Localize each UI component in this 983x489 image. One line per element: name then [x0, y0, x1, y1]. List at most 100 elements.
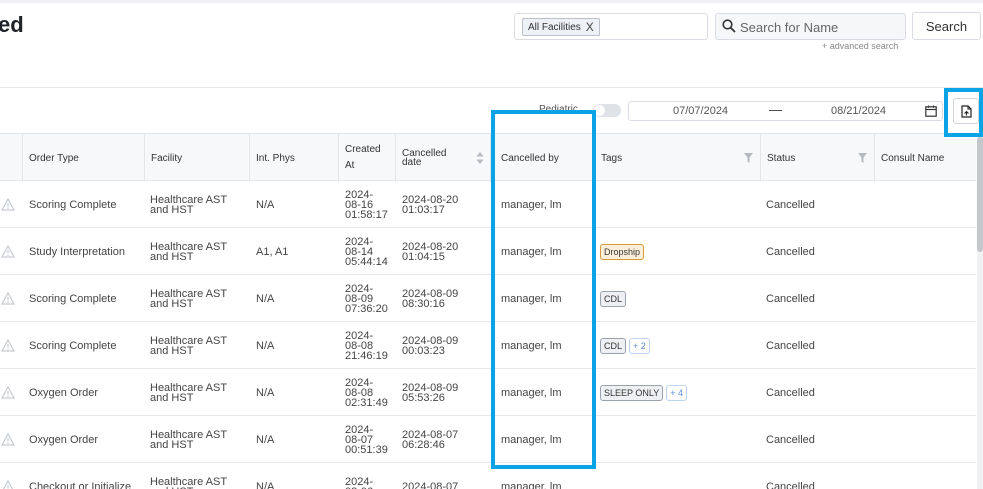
cancelled-date-line: 2024-08-09 — [402, 381, 459, 394]
table-row[interactable]: Scoring Complete Healthcare AST and HST N/A… — [0, 181, 976, 228]
warning-icon — [1, 292, 15, 305]
header-created-at[interactable]: Created At — [339, 134, 396, 182]
date-range-picker[interactable]: 07/07/2024 — 08/21/2024 — [628, 101, 943, 121]
status-cell: Cancelled — [766, 339, 815, 352]
created-at-cell: 2024- 08-08 21:46:19 — [345, 322, 396, 369]
pediatric-toggle[interactable] — [593, 104, 621, 117]
order-type-cell: Checkout or Initialize — [29, 480, 132, 489]
consult-name-cell — [881, 181, 976, 228]
created-at-cell: 2024- 08-14 05:44:14 — [345, 228, 396, 275]
status-cell: Cancelled — [766, 433, 815, 446]
more-tags-badge[interactable]: + 2 — [629, 337, 650, 354]
created-at-line: 2024- — [345, 235, 374, 248]
page-title: ed — [0, 12, 24, 37]
facility-line: and HST — [150, 297, 194, 310]
created-at-line: 08-08 — [345, 386, 374, 399]
created-at-line: 05:44:14 — [345, 255, 388, 268]
top-edge — [0, 0, 983, 3]
filter-icon[interactable] — [858, 153, 867, 163]
warning-icon — [1, 245, 15, 258]
facility-chip-label: All Facilities — [528, 21, 581, 33]
header-status[interactable]: Status — [761, 134, 875, 182]
calendar-icon[interactable] — [925, 105, 937, 117]
tags-cell — [600, 463, 761, 489]
cancelled-date-line: 2024-08-09 — [402, 334, 459, 347]
int-phys-cell: N/A — [256, 386, 275, 399]
header-tags[interactable]: Tags — [595, 134, 761, 182]
facility-cell: Healthcare ASTand HST — [150, 275, 250, 322]
consult-name-cell — [881, 463, 976, 489]
int-phys-cell: N/A — [256, 433, 275, 446]
tags-cell — [600, 181, 761, 228]
date-separator: — — [769, 102, 782, 117]
header-cancelled-date[interactable]: Cancelled date — [396, 134, 491, 182]
table-row[interactable]: Study Interpretation Healthcare AST and HS… — [0, 228, 976, 275]
int-phys-cell: N/A — [256, 198, 275, 211]
facility-line: and HST — [150, 250, 194, 263]
filter-icon[interactable] — [744, 153, 753, 163]
table-row[interactable]: Scoring Complete Healthcare AST and HST N/A… — [0, 322, 976, 369]
consult-name-cell — [881, 228, 976, 275]
sort-icon[interactable] — [476, 151, 484, 165]
order-type-cell: Scoring Complete — [29, 339, 117, 352]
tag-badge[interactable]: Dropship — [600, 243, 645, 260]
created-at-line: 2024- — [345, 475, 374, 488]
created-at-line: 00:51:39 — [345, 443, 388, 456]
tags-cell: CDL + 2 — [600, 322, 761, 369]
table-header: Order Type Facility Int. Phys Created At… — [0, 133, 976, 182]
created-at-cell: 2024- 08-08 02:31:49 — [345, 369, 396, 416]
facility-line: Healthcare AST — [150, 475, 228, 488]
facility-chip[interactable]: All Facilities X — [522, 18, 600, 36]
date-start[interactable]: 07/07/2024 — [673, 105, 728, 117]
facility-line: Healthcare AST — [150, 240, 228, 253]
warning-icon — [1, 198, 15, 211]
tags-cell — [600, 416, 761, 463]
order-type-cell: Oxygen Order — [29, 433, 99, 446]
cancelled-date-cell: 2024-08-20 01:03:17 — [402, 181, 491, 228]
cancelled-date-cell: 2024-08-20 01:04:15 — [402, 228, 491, 275]
created-at-line: 08-16 — [345, 198, 374, 211]
header-order-type[interactable]: Order Type — [23, 134, 145, 182]
table-row[interactable]: Oxygen Order Healthcare AST and HST N/A 2024… — [0, 369, 976, 416]
tag-badge[interactable]: CDL — [600, 290, 627, 307]
scrollbar[interactable] — [977, 133, 983, 489]
order-type-cell: Oxygen Order — [29, 386, 99, 399]
warning-icon — [1, 433, 15, 446]
tag-badge[interactable]: SLEEP ONLY — [600, 384, 664, 401]
cancelled-date-cell: 2024-08-09 00:03:23 — [402, 322, 491, 369]
tags-cell: Dropship — [600, 228, 761, 275]
tag-badge[interactable]: CDL — [600, 337, 627, 354]
scroll-thumb[interactable] — [977, 137, 983, 252]
search-field[interactable] — [715, 13, 906, 40]
date-end[interactable]: 08/21/2024 — [831, 105, 886, 117]
created-at-line: 08-09 — [345, 292, 374, 305]
created-at-line: 2024- — [345, 423, 374, 436]
order-type-cell: Scoring Complete — [29, 292, 117, 305]
int-phys-cell: A1, A1 — [256, 245, 289, 258]
created-at-line: 08-08 — [345, 339, 374, 352]
search-button[interactable]: Search — [912, 12, 981, 40]
order-type-cell: Scoring Complete — [29, 198, 117, 211]
warning-icon — [1, 339, 15, 352]
table-row[interactable]: Scoring Complete Healthcare AST and HST N/A… — [0, 275, 976, 322]
created-at-line: 21:46:19 — [345, 349, 388, 362]
status-cell: Cancelled — [766, 292, 815, 305]
cancelled-date-line: 2024-08-07 — [402, 428, 459, 441]
tags-cell: SLEEP ONLY + 4 — [600, 369, 761, 416]
more-tags-badge[interactable]: + 4 — [666, 384, 687, 401]
header-facility[interactable]: Facility — [145, 134, 250, 182]
highlight-export-button — [944, 88, 983, 137]
header-int-phys[interactable]: Int. Phys — [250, 134, 339, 182]
table-row[interactable]: Checkout or Initialize Healthcare ASTand … — [0, 463, 976, 489]
table-row[interactable]: Oxygen Order Healthcare AST and HST N/A 2024… — [0, 416, 976, 463]
facility-filter[interactable]: All Facilities X — [514, 13, 708, 40]
remove-chip-icon[interactable]: X — [586, 21, 594, 33]
search-input[interactable] — [740, 17, 900, 37]
facility-line: and HST — [150, 438, 194, 451]
facility-line: Healthcare AST — [150, 334, 228, 347]
cancelled-date-line: 01:03:17 — [402, 203, 445, 216]
advanced-search-link[interactable]: + advanced search — [822, 41, 898, 51]
facility-cell: Healthcare ASTand HST — [150, 369, 250, 416]
facility-cell: Healthcare ASTand HST — [150, 322, 250, 369]
header-consult-name[interactable]: Consult Name — [875, 134, 976, 182]
